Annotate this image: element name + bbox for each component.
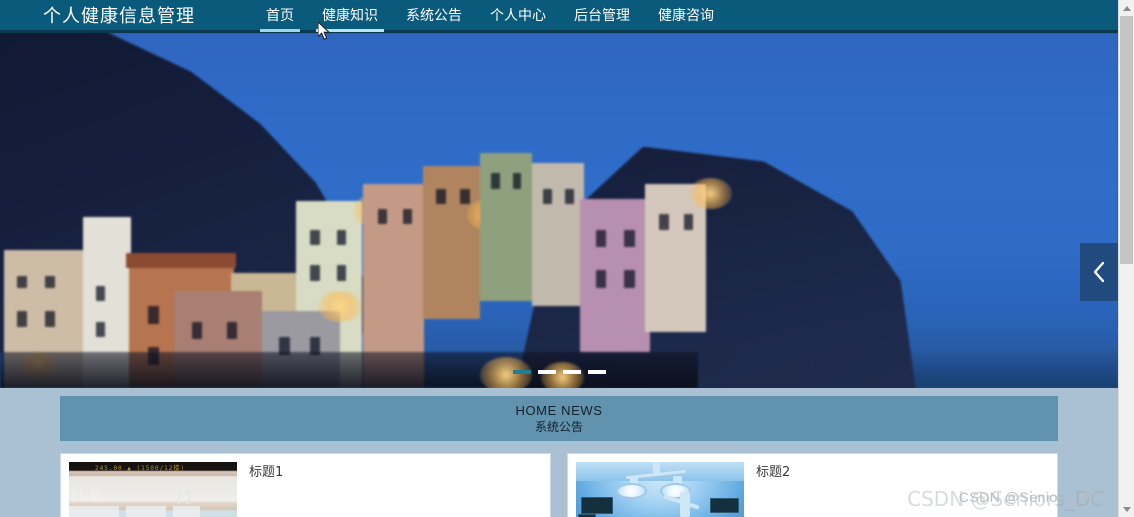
site-brand-title: 个人健康信息管理: [43, 6, 195, 27]
news-section-header: HOME NEWS 系统公告: [60, 396, 1058, 441]
news-card-thumbnail: 245.00 ▲ (1500/12楼) IER 门 诊: [69, 462, 237, 517]
news-card-thumbnail: [576, 462, 744, 517]
carousel-prev-button[interactable]: [1080, 243, 1118, 301]
carousel-slide-image: [0, 33, 1118, 388]
news-heading-cn: 系统公告: [534, 419, 583, 434]
scrollbar-up-arrow[interactable]: [1119, 0, 1134, 16]
nav-item-profile[interactable]: 个人中心: [476, 0, 560, 32]
hero-carousel[interactable]: [0, 33, 1118, 388]
news-section: HOME NEWS 系统公告 245.00 ▲ (1500/12楼) IER 门…: [0, 396, 1118, 517]
nav-item-notice-label: 系统公告: [406, 8, 462, 24]
nav-item-home[interactable]: 首页: [252, 0, 308, 32]
slide-village: [0, 132, 872, 388]
nav-item-consult-label: 健康咨询: [658, 8, 714, 24]
nav-menu: 首页 健康知识 系统公告 个人中心 后台管理 健康咨询: [252, 0, 728, 32]
carousel-indicator-4[interactable]: [587, 370, 606, 374]
news-card[interactable]: 245.00 ▲ (1500/12楼) IER 门 诊 标题1: [60, 453, 551, 517]
news-card-title: 标题2: [756, 465, 791, 480]
news-card-title: 标题1: [249, 465, 284, 480]
clinic-lobby-image: 245.00 ▲ (1500/12楼) IER 门 诊: [69, 462, 237, 517]
chevron-left-icon: [1093, 261, 1104, 283]
carousel-indicator-1[interactable]: [512, 370, 531, 374]
operating-room-image: [576, 462, 744, 517]
nav-item-consult[interactable]: 健康咨询: [644, 0, 728, 32]
nav-item-admin[interactable]: 后台管理: [560, 0, 644, 32]
nav-item-home-label: 首页: [266, 8, 294, 24]
carousel-indicators: [0, 370, 1118, 374]
news-heading-en: HOME NEWS: [515, 402, 603, 418]
nav-item-notice[interactable]: 系统公告: [392, 0, 476, 32]
scrollbar-down-arrow[interactable]: [1119, 501, 1134, 517]
nav-item-profile-label: 个人中心: [490, 8, 546, 24]
page-scrollbar[interactable]: [1118, 0, 1134, 517]
nav-item-knowledge[interactable]: 健康知识: [308, 0, 392, 32]
top-navigation-bar: 个人健康信息管理 首页 健康知识 系统公告 个人中心 后台管理 健康咨询: [0, 0, 1118, 33]
carousel-indicator-2[interactable]: [537, 370, 556, 374]
thumb-ticker-text: 245.00 ▲ (1500/12楼): [95, 465, 186, 472]
nav-item-knowledge-label: 健康知识: [322, 8, 378, 24]
scrollbar-thumb[interactable]: [1120, 16, 1133, 264]
nav-item-admin-label: 后台管理: [574, 8, 630, 24]
thumb-sign-text: IER: [71, 489, 105, 505]
browser-viewport: 个人健康信息管理 首页 健康知识 系统公告 个人中心 后台管理 健康咨询 HOM…: [0, 0, 1134, 517]
page-content: 个人健康信息管理 首页 健康知识 系统公告 个人中心 后台管理 健康咨询 HOM…: [0, 0, 1118, 517]
carousel-indicator-3[interactable]: [562, 370, 581, 374]
news-card[interactable]: 标题2: [567, 453, 1058, 517]
news-card-list: 245.00 ▲ (1500/12楼) IER 门 诊 标题1: [60, 453, 1058, 517]
